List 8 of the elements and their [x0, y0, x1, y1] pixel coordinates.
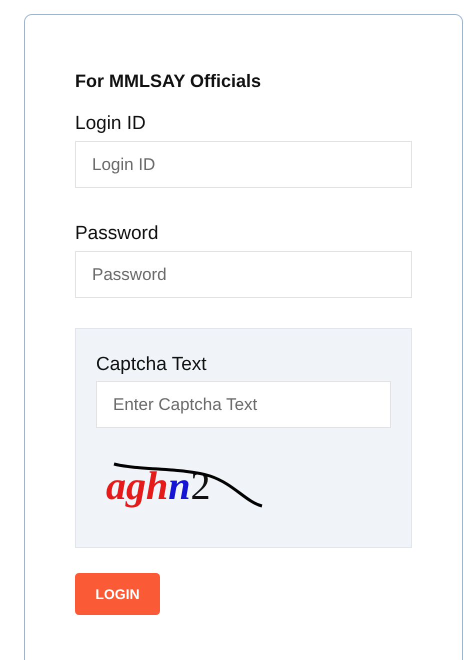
field-label: Captcha Text: [96, 353, 208, 377]
input-field[interactable]: Enter Captcha Text: [96, 381, 391, 428]
form-heading: For MMLSAY Officials: [75, 70, 262, 93]
field-label: Password: [75, 222, 160, 246]
input-field[interactable]: Password: [75, 251, 412, 298]
login-button[interactable]: LOGIN: [75, 573, 160, 615]
input-field[interactable]: Login ID: [75, 141, 412, 188]
field-label: Login ID: [75, 112, 147, 136]
